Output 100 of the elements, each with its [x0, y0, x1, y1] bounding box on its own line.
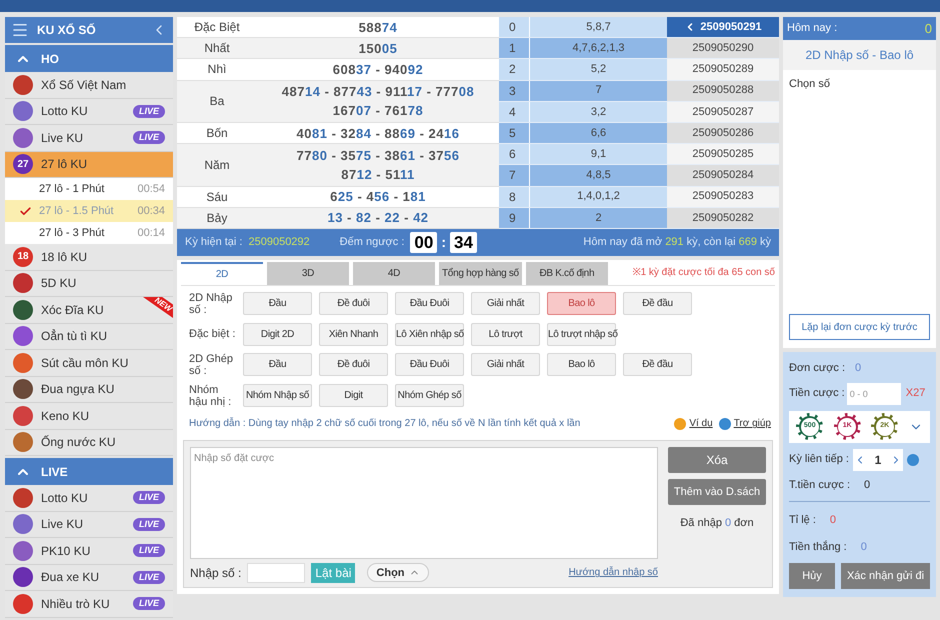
sidebar-item[interactable]: 5D KU: [5, 270, 173, 297]
item-label: Sút cầu môn KU: [41, 354, 130, 372]
sidebar-item[interactable]: Live KU LIVE: [5, 125, 173, 152]
bet-option[interactable]: Giải nhất: [471, 353, 540, 376]
menu-icon[interactable]: [11, 21, 29, 39]
bet-option[interactable]: Digit: [319, 384, 388, 408]
prize-numbers: 58874: [358, 18, 398, 37]
countdown-time: 00:34: [137, 204, 165, 219]
sidebar-item[interactable]: Nhiều trò KU LIVE: [5, 591, 173, 618]
sidebar-item[interactable]: Ống nước KU: [5, 430, 173, 456]
period-cell[interactable]: 2509050289: [667, 59, 779, 80]
stake-label: Tiền cược :: [789, 386, 845, 402]
cancel-button[interactable]: Hủy: [789, 563, 835, 589]
period-cell[interactable]: 2509050290: [667, 38, 779, 58]
sidebar-item[interactable]: Lotto KU LIVE: [5, 98, 173, 125]
bet-option[interactable]: Xiên Nhanh: [319, 322, 388, 346]
sidebar-item[interactable]: 27 27 lô KU: [5, 152, 173, 178]
bet-tab[interactable]: 4D: [353, 262, 435, 285]
sidebar-item[interactable]: Đua ngựa KU: [5, 376, 173, 403]
period-cell[interactable]: 2509050285: [667, 144, 779, 164]
bet-option[interactable]: Giải nhất: [471, 292, 540, 316]
sidebar-item[interactable]: Live KU LIVE: [5, 512, 173, 538]
period-cell[interactable]: 2509050291: [667, 17, 779, 38]
help-link[interactable]: Trợ giúp: [734, 416, 771, 432]
countdown-minutes: 00: [410, 232, 438, 253]
bet-tab[interactable]: ĐB K.cố định: [526, 262, 608, 285]
live-badge: LIVE: [132, 518, 165, 531]
bet-option[interactable]: Đề đuôi: [319, 292, 388, 316]
prize-numbers: 60837 - 94092: [332, 60, 424, 79]
bet-option[interactable]: Digit 2D: [243, 322, 312, 346]
prize-numbers: 48714 - 87743 - 91117 - 77708: [282, 83, 474, 102]
bet-option[interactable]: Đề đầu: [623, 292, 692, 316]
period-cell[interactable]: 2509050287: [667, 102, 779, 122]
odds-value: 0: [830, 513, 836, 528]
bet-mode-title: 2D Nhập số - Bao lô: [783, 40, 936, 70]
values-cell: 2: [529, 208, 667, 228]
bet-option[interactable]: Đầu: [243, 292, 312, 316]
current-period-label: Kỳ hiện tại :: [185, 235, 242, 250]
add-to-list-button[interactable]: Thêm vào D.sách: [668, 478, 766, 505]
bet-option[interactable]: Lô trượt nhập số: [547, 322, 616, 346]
period-cell[interactable]: 2509050288: [667, 80, 779, 101]
bet-option[interactable]: Nhóm Ghép số: [395, 384, 464, 408]
group-label: Nhóm hậu nhị :: [189, 384, 232, 408]
bet-option[interactable]: Đầu Đuôi: [395, 292, 464, 316]
input-guide-link[interactable]: Hướng dẫn nhập số: [568, 565, 658, 580]
bet-option[interactable]: Bao lô: [547, 353, 616, 376]
prize-numbers: 625 - 456 - 181: [330, 188, 426, 206]
clear-button[interactable]: Xóa: [668, 446, 766, 473]
choose-button[interactable]: Chọn: [367, 563, 429, 582]
repeat-bet-button[interactable]: Lặp lại đơn cược kỳ trước: [789, 314, 930, 340]
digit-cell: 9: [499, 208, 529, 228]
total-label: T.tiền cược :: [789, 478, 850, 492]
stake-field[interactable]: 0 - 0: [846, 382, 901, 404]
bet-tab[interactable]: 3D: [267, 262, 349, 285]
digit-cell: 5: [499, 122, 529, 144]
sub-item-label: 27 lô - 1 Phút: [39, 182, 106, 197]
bet-numbers-field[interactable]: Nhập số đặt cược: [190, 446, 658, 559]
digit-cell: 2: [499, 59, 529, 80]
confirm-button[interactable]: Xác nhận gửi đi: [841, 563, 930, 589]
bet-tab[interactable]: Tổng hợp hàng số: [439, 262, 522, 285]
sub-item[interactable]: 27 lô - 3 Phút 00:14: [5, 222, 173, 244]
prize-name: Ba: [208, 93, 226, 110]
section-header[interactable]: LIVE: [5, 458, 173, 485]
sidebar-item[interactable]: Oẳn tù tì KU: [5, 324, 173, 350]
sidebar-item[interactable]: Lotto KU LIVE: [5, 485, 173, 512]
periods-stepper[interactable]: 1: [852, 448, 903, 470]
prize-name: Nhất: [203, 40, 231, 58]
group-label: Đặc biệt :: [189, 328, 236, 340]
bet-option[interactable]: Đề đuôi: [319, 353, 388, 376]
period-cell[interactable]: 2509050286: [667, 122, 779, 144]
bet-option[interactable]: Đầu Đuôi: [395, 353, 464, 376]
section-header[interactable]: HO: [5, 45, 173, 72]
period-cell[interactable]: 2509050284: [667, 165, 779, 186]
sidebar-item[interactable]: Keno KU: [5, 403, 173, 430]
sidebar-item[interactable]: Xổ Số Việt Nam: [5, 72, 173, 98]
sub-item[interactable]: 27 lô - 1 Phút 00:54: [5, 178, 173, 200]
sidebar-item[interactable]: PK10 KU LIVE: [5, 538, 173, 564]
live-badge: LIVE: [132, 491, 165, 504]
item-label: Live KU: [41, 130, 84, 147]
multiplier: X27: [906, 386, 926, 402]
countdown-time: 00:54: [137, 182, 165, 197]
check-icon: [19, 204, 32, 218]
bet-option[interactable]: Đầu: [243, 353, 312, 376]
period-cell[interactable]: 2509050282: [667, 208, 779, 228]
period-cell[interactable]: 2509050283: [667, 186, 779, 207]
values-cell: 9,1: [529, 144, 667, 164]
bet-option[interactable]: Nhóm Nhập số: [243, 384, 312, 408]
countdown-seconds: 34: [450, 232, 477, 253]
example-link[interactable]: Ví dụ: [689, 416, 713, 432]
bet-option[interactable]: Đề đầu: [623, 353, 692, 376]
sidebar-title: KU XỔ SỐ: [37, 22, 97, 39]
sidebar-item[interactable]: Sút cầu môn KU: [5, 350, 173, 376]
number-field[interactable]: [247, 562, 306, 583]
item-label: Keno KU: [41, 408, 90, 425]
bet-option[interactable]: Lô trượt: [471, 322, 540, 346]
digit-cell: 1: [499, 38, 529, 58]
sidebar-item[interactable]: 18 18 lô KU: [5, 244, 173, 270]
digit-cell: 6: [499, 144, 529, 164]
bet-option[interactable]: Lô Xiên nhập số: [395, 322, 464, 346]
sidebar-item[interactable]: Đua xe KU LIVE: [5, 564, 173, 591]
